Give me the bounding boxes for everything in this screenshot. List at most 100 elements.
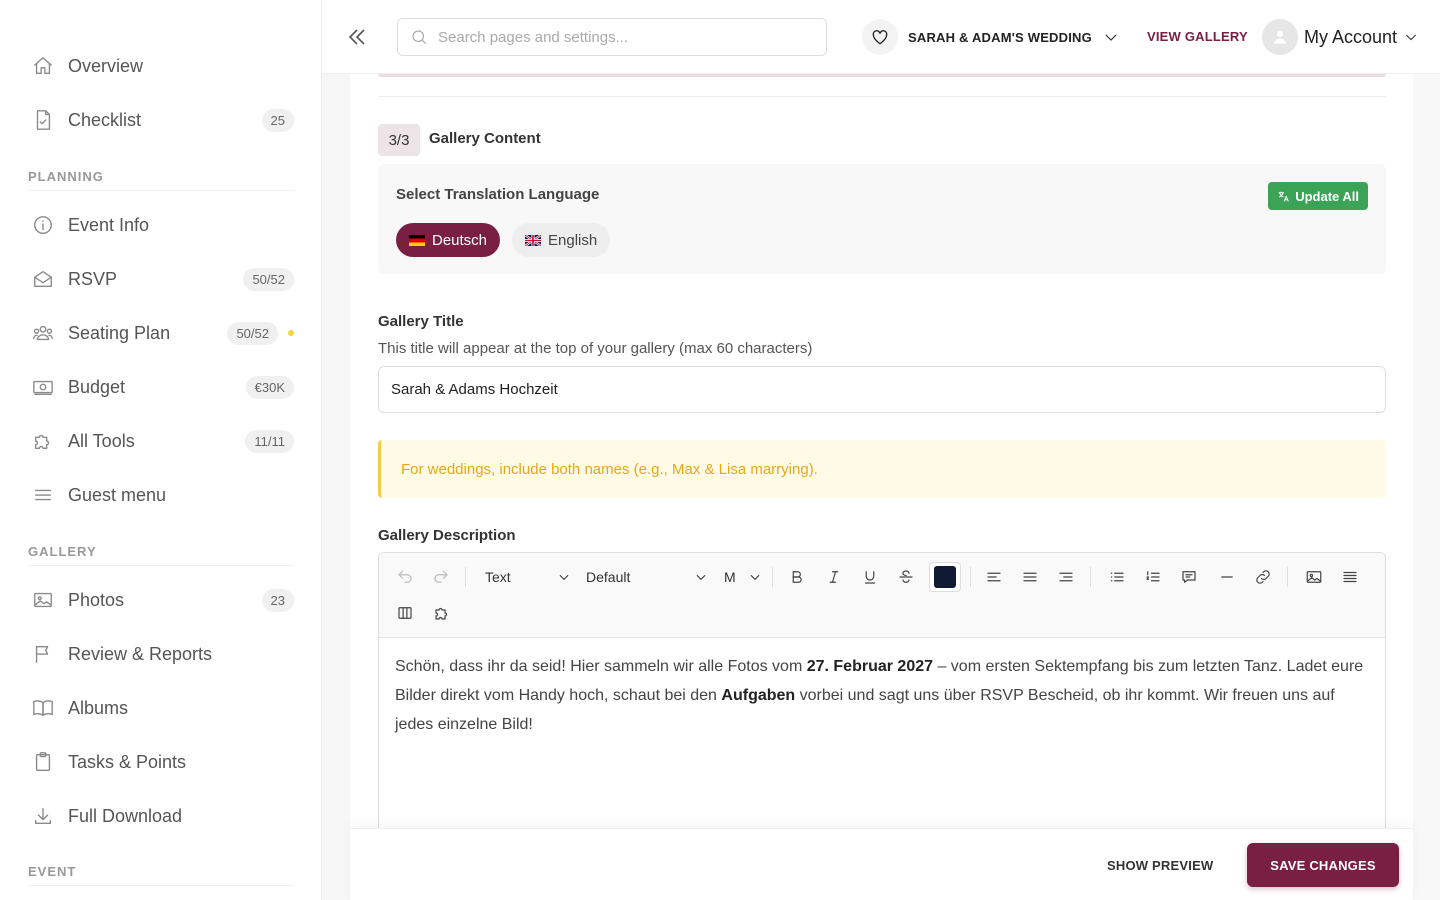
link-button[interactable] <box>1251 565 1275 589</box>
sidebar-item-seating-plan[interactable]: Seating Plan 50/52 <box>28 311 294 355</box>
font-family-select[interactable]: Default <box>586 565 708 589</box>
sidebar-item-checklist[interactable]: Checklist 25 <box>28 98 294 142</box>
chevron-down-icon <box>559 574 569 581</box>
sidebar-item-label: Overview <box>68 55 144 76</box>
status-dot <box>288 330 294 336</box>
menu-icon <box>28 483 60 507</box>
undo-button[interactable] <box>393 565 417 589</box>
description-bold-tasks: Aufgaben <box>721 687 796 704</box>
user-icon <box>1274 31 1286 44</box>
columns-icon <box>398 607 412 619</box>
gallery-title-help: This title will appear at the top of you… <box>378 340 813 357</box>
justify-button[interactable] <box>1338 565 1362 589</box>
show-preview-button[interactable]: SHOW PREVIEW <box>1107 858 1213 873</box>
clipboard-icon <box>28 750 60 774</box>
align-center-icon <box>1023 572 1037 582</box>
language-label: English <box>548 231 598 249</box>
sidebar-item-budget[interactable]: Budget €30K <box>28 365 294 409</box>
sidebar-item-tasks-points[interactable]: Tasks & Points <box>28 740 294 784</box>
action-bar: SHOW PREVIEW SAVE CHANGES <box>350 828 1413 900</box>
count-badge: 25 <box>261 108 294 132</box>
plugin-button[interactable] <box>430 601 454 625</box>
translation-label: Select Translation Language <box>396 186 600 203</box>
sidebar-item-event-info[interactable]: Event Info <box>28 203 294 247</box>
align-center-button[interactable] <box>1018 565 1042 589</box>
sidebar-item-albums[interactable]: Albums <box>28 686 294 730</box>
chevron-down-icon <box>1092 24 1120 51</box>
bullet-list-button[interactable] <box>1105 565 1129 589</box>
sidebar-item-overview[interactable]: Overview <box>28 44 294 88</box>
strikethrough-button[interactable] <box>894 565 918 589</box>
section-label-event: EVENT <box>28 864 294 886</box>
step-badge: 3/3 <box>378 124 420 156</box>
view-gallery-link[interactable]: VIEW GALLERY <box>1147 29 1248 44</box>
toolbar-separator <box>465 567 466 587</box>
justify-icon <box>1343 571 1357 583</box>
sidebar-item-label: All Tools <box>68 430 135 451</box>
search-box[interactable] <box>397 18 827 56</box>
columns-button[interactable] <box>393 601 417 625</box>
editor-content[interactable]: Schön, dass ihr da seid! Hier sammeln wi… <box>379 638 1385 753</box>
horizontal-rule-button[interactable] <box>1215 565 1239 589</box>
sidebar-item-guest-menu[interactable]: Guest menu <box>28 473 294 517</box>
description-text: Schön, dass ihr da seid! Hier sammeln wi… <box>395 658 807 675</box>
puzzle-icon <box>435 607 448 620</box>
puzzle-icon <box>28 429 60 453</box>
sidebar-item-all-tools[interactable]: All Tools 11/11 <box>28 419 294 463</box>
language-button-deutsch[interactable]: Deutsch <box>396 223 501 257</box>
align-left-icon <box>987 572 1001 582</box>
german-flag-icon <box>409 234 425 246</box>
numbered-list-button[interactable] <box>1141 565 1165 589</box>
sidebar-item-label: RSVP <box>68 268 118 289</box>
translation-language-panel: Select Translation Language Update All D… <box>378 164 1386 274</box>
insert-image-button[interactable] <box>1302 565 1326 589</box>
font-size-select[interactable]: M <box>724 565 762 589</box>
text-color-picker[interactable] <box>929 562 961 592</box>
collapse-sidebar-button[interactable] <box>342 22 372 52</box>
comment-button[interactable] <box>1177 565 1201 589</box>
align-left-button[interactable] <box>982 565 1006 589</box>
image-icon <box>1306 571 1322 583</box>
bold-icon <box>792 571 802 583</box>
money-icon <box>28 375 60 399</box>
sidebar-item-label: Tasks & Points <box>68 751 187 772</box>
toolbar-separator <box>1090 567 1091 587</box>
toolbar-separator <box>970 567 971 587</box>
link-icon <box>1256 570 1270 584</box>
block-type-value: Text <box>485 569 511 585</box>
home-icon <box>28 54 60 78</box>
wedding-selector[interactable]: SARAH & ADAM'S WEDDING <box>862 18 1120 56</box>
align-right-button[interactable] <box>1054 565 1078 589</box>
gallery-description-label: Gallery Description <box>378 527 516 544</box>
section-title: Gallery Content <box>429 130 541 147</box>
save-changes-button[interactable]: SAVE CHANGES <box>1247 843 1399 887</box>
sidebar-item-label: Guest menu <box>68 484 167 505</box>
checklist-icon <box>28 108 60 132</box>
color-swatch <box>934 566 956 588</box>
language-button-english[interactable]: English <box>512 223 611 257</box>
numbered-list-icon <box>1146 571 1160 582</box>
language-label: Deutsch <box>432 231 488 249</box>
sidebar-item-photos[interactable]: Photos 23 <box>28 578 294 622</box>
underline-button[interactable] <box>858 565 882 589</box>
redo-button[interactable] <box>429 565 453 589</box>
bold-button[interactable] <box>785 565 809 589</box>
sidebar-item-full-download[interactable]: Full Download <box>28 794 294 838</box>
envelope-icon <box>28 267 60 291</box>
sidebar-item-review-reports[interactable]: Review & Reports <box>28 632 294 676</box>
gallery-title-input[interactable] <box>378 366 1386 413</box>
account-menu[interactable]: My Account <box>1262 18 1419 56</box>
search-input[interactable] <box>438 28 818 46</box>
description-bold-date: 27. Februar 2027 <box>806 658 934 675</box>
sidebar-item-label: Checklist <box>68 109 142 130</box>
top-bar: SARAH & ADAM'S WEDDING VIEW GALLERY My A… <box>322 0 1440 74</box>
gallery-title-label: Gallery Title <box>378 313 464 330</box>
update-all-button[interactable]: Update All <box>1268 182 1368 210</box>
section-label-planning: PLANNING <box>28 169 294 191</box>
font-size-value: M <box>724 569 736 585</box>
chevron-down-icon <box>1397 25 1419 50</box>
block-type-select[interactable]: Text <box>485 565 571 589</box>
horizontal-rule-icon <box>1221 576 1233 578</box>
italic-button[interactable] <box>822 565 846 589</box>
sidebar-item-rsvp[interactable]: RSVP 50/52 <box>28 257 294 301</box>
